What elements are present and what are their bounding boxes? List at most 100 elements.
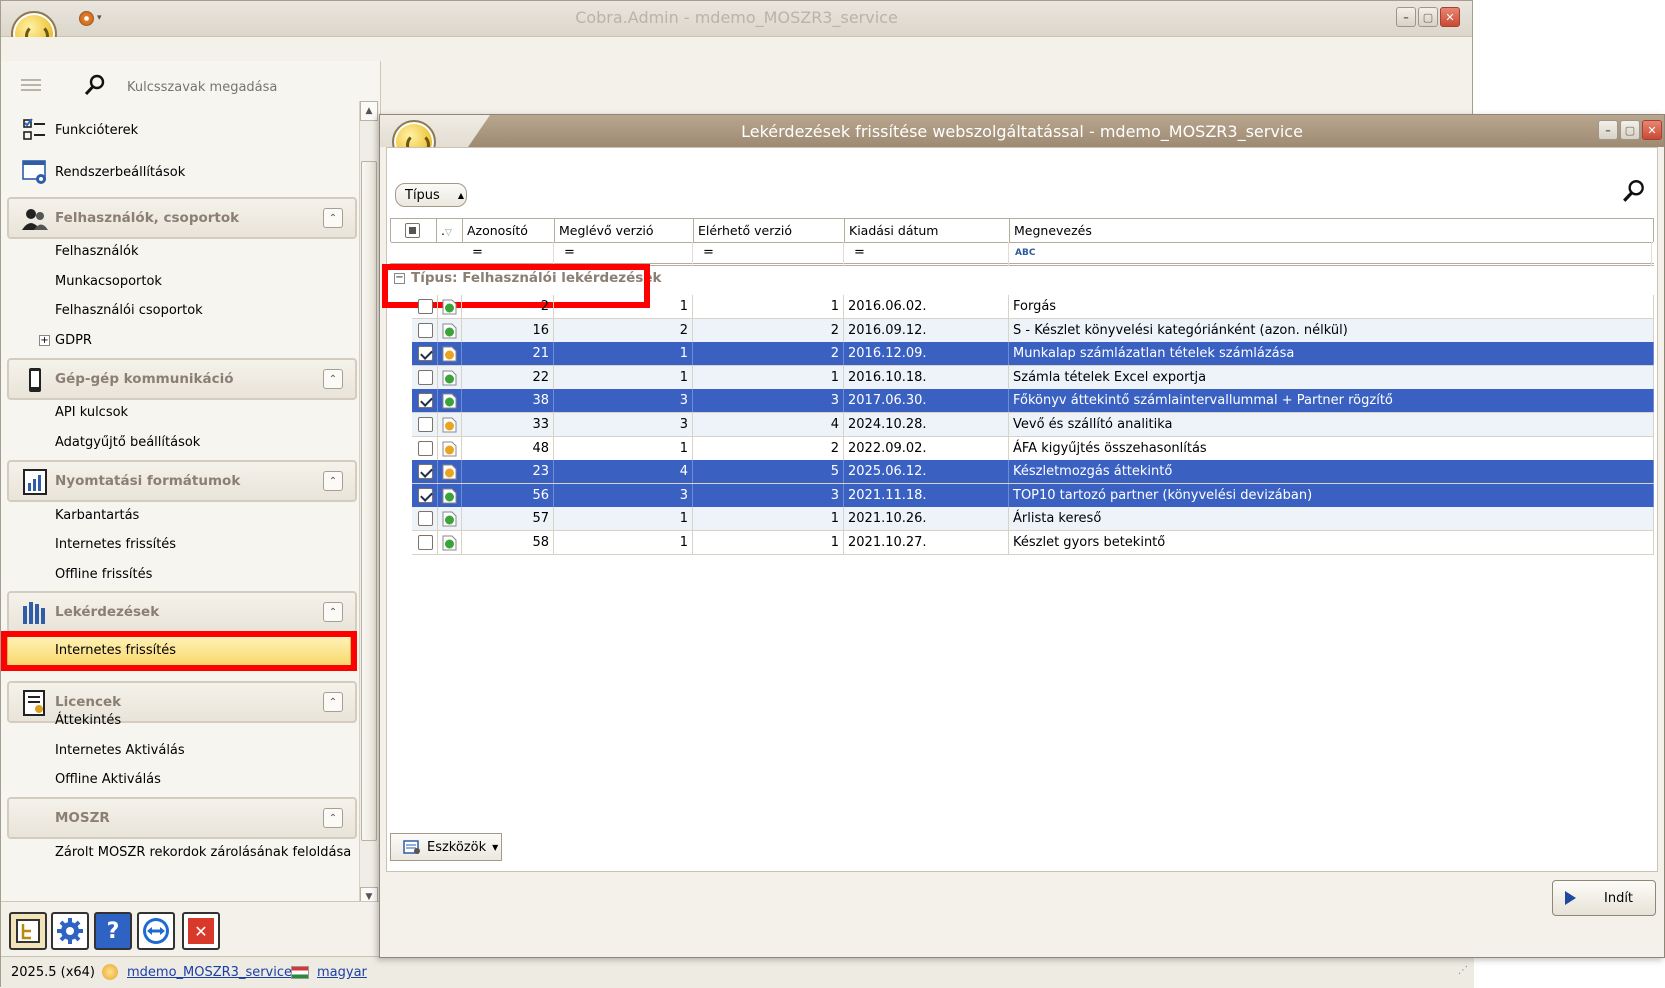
sidebar-scrollbar[interactable]: ▲ ▼: [359, 101, 379, 907]
resize-grip-icon[interactable]: ⋰: [1458, 965, 1468, 976]
collapse-icon[interactable]: ⌃: [323, 369, 343, 389]
row-checkbox[interactable]: [418, 369, 433, 385]
row-checkbox[interactable]: [418, 417, 433, 432]
dialog-minimize-button[interactable]: –: [1598, 120, 1618, 140]
table-row[interactable]: 21 1 2 2016.12.09. Munkalap számlázatlan tét…: [412, 342, 1654, 367]
column-header-release-date[interactable]: Kiadási dátum: [845, 219, 1010, 243]
column-header-name[interactable]: Megnevezés: [1010, 219, 1653, 243]
table-row[interactable]: 2 1 1 2016.06.02. Forgás: [412, 295, 1654, 319]
table-row[interactable]: 33 3 4 2024.10.28. Vevő és szállító analitik…: [412, 413, 1654, 437]
filter-icon[interactable]: ▽: [445, 228, 452, 238]
group-users-groups[interactable]: Felhasználók, csoportok ⌃: [7, 197, 357, 239]
select-all-checkbox[interactable]: [405, 223, 420, 238]
select-all-header[interactable]: [391, 219, 437, 243]
type-group-button[interactable]: Típus ▲: [395, 183, 467, 207]
row-checkbox[interactable]: [418, 464, 433, 480]
column-header-current-version[interactable]: Meglévő verzió: [555, 219, 694, 243]
nav-item-offline-activation[interactable]: Offline Aktiválás: [55, 770, 161, 790]
quick-access-toolbar[interactable]: ▾: [79, 9, 115, 27]
start-button[interactable]: Indít: [1552, 880, 1656, 916]
table-row[interactable]: 38 3 3 2017.06.30. Főkönyv áttekintő számlai…: [412, 389, 1654, 414]
nav-item-user-groups[interactable]: Felhasználói csoportok: [55, 301, 203, 321]
group-row[interactable]: − Típus: Felhasználói lekérdezések: [382, 264, 1654, 308]
table-row[interactable]: 56 3 3 2021.11.18. TOP10 tartozó partner (kö…: [412, 483, 1654, 508]
dialog-maximize-button[interactable]: ▢: [1620, 120, 1640, 140]
table-row[interactable]: 58 1 1 2021.10.27. Készlet gyors betekintő: [412, 531, 1654, 555]
table-row[interactable]: 23 4 5 2025.06.12. Készletmozgás áttekintő: [412, 460, 1654, 485]
group-m2m[interactable]: Gép-gép kommunikáció ⌃: [7, 358, 357, 400]
collapse-icon[interactable]: ⌃: [323, 471, 343, 491]
nav-item-function-spaces[interactable]: Funkcióterek: [1, 115, 357, 145]
row-checkbox[interactable]: [418, 299, 433, 314]
group-moszr[interactable]: MOSZR ⌃: [7, 797, 357, 839]
quick-access-icon[interactable]: [79, 10, 94, 26]
group-queries[interactable]: Lekérdezések ⌃: [7, 591, 357, 633]
table-row[interactable]: 57 1 1 2021.10.26. Árlista kereső: [412, 507, 1654, 532]
filter-release-date[interactable]: =: [844, 242, 1009, 266]
cell-available-version: 1: [693, 295, 844, 318]
grid-search-icon[interactable]: [1621, 178, 1647, 204]
cell-checkbox: [412, 295, 438, 318]
row-checkbox[interactable]: [418, 440, 433, 456]
table-row[interactable]: 16 2 2 2016.09.12. S - Készlet könyvelési ka…: [412, 318, 1654, 343]
nav-item-print-offline-update[interactable]: Offline frissítés: [55, 565, 152, 585]
nav-item-workgroups[interactable]: Munkacsoportok: [55, 272, 162, 292]
maximize-button[interactable]: ▢: [1418, 7, 1438, 27]
filter-available-version[interactable]: =: [693, 242, 844, 266]
filter-current-version[interactable]: =: [554, 242, 693, 266]
nav-item-maintenance[interactable]: Karbantartás: [55, 506, 139, 526]
nav-item-internet-activation[interactable]: Internetes Aktiválás: [55, 741, 185, 761]
column-header-id[interactable]: Azonosító: [463, 219, 555, 243]
column-header-available-version[interactable]: Elérhető verzió: [694, 219, 845, 243]
language-link[interactable]: magyar: [317, 965, 367, 980]
chevron-down-icon[interactable]: ▾: [97, 13, 102, 23]
group-print-formats[interactable]: Nyomtatási formátumok ⌃: [7, 460, 357, 502]
row-checkbox[interactable]: [418, 393, 433, 409]
collapse-icon[interactable]: ⌃: [323, 602, 343, 622]
table-row[interactable]: 48 1 2 2022.09.02. ÁFA kigyűjtés összehasonl…: [412, 436, 1654, 461]
sidebar-search-input[interactable]: [127, 76, 357, 98]
nav-item-print-internet-update[interactable]: Internetes frissítés: [55, 535, 176, 555]
hamburger-menu-icon[interactable]: [21, 79, 41, 91]
main-titlebar[interactable]: Cobra.Admin - mdemo_MOSZR3_service – ▢ ✕: [1, 1, 1472, 37]
remote-support-button[interactable]: [137, 912, 175, 950]
filter-name[interactable]: ABC: [1009, 242, 1652, 266]
nav-item-moszr-unlock[interactable]: Zárolt MOSZR rekordok zárolásának felold…: [55, 843, 351, 863]
row-checkbox[interactable]: [418, 511, 433, 527]
collapse-icon[interactable]: ⌃: [323, 692, 343, 712]
expand-icon[interactable]: +: [39, 335, 50, 346]
row-checkbox[interactable]: [418, 346, 433, 362]
nav-item-collector-settings[interactable]: Adatgyűjtő beállítások: [55, 433, 200, 453]
nav-item-api-keys[interactable]: API kulcsok: [55, 403, 128, 423]
group-row-label[interactable]: − Típus: Felhasználói lekérdezések: [394, 270, 661, 286]
exit-button[interactable]: ✕: [182, 912, 220, 950]
nav-item-gdpr[interactable]: GDPR: [55, 331, 92, 351]
close-button[interactable]: ✕: [1440, 7, 1460, 27]
tools-dropdown-button[interactable]: Eszközök ▼: [390, 833, 502, 861]
row-checkbox[interactable]: [418, 322, 433, 338]
collapse-icon[interactable]: ⌃: [323, 208, 343, 228]
filter-id[interactable]: =: [462, 242, 554, 266]
settings-button[interactable]: [51, 912, 89, 950]
dialog-close-button[interactable]: ✕: [1642, 120, 1662, 140]
search-icon[interactable]: [83, 73, 107, 97]
nav-item-users[interactable]: Felhasználók: [55, 242, 138, 262]
database-link[interactable]: mdemo_MOSZR3_service: [127, 965, 292, 980]
dialog-titlebar[interactable]: Lekérdezések frissítése webszolgáltatáss…: [380, 115, 1664, 147]
collapse-icon[interactable]: ⌃: [323, 808, 343, 828]
scrollbar-thumb[interactable]: [361, 161, 377, 841]
column-header-status[interactable]: .▽: [437, 219, 463, 243]
minimize-button[interactable]: –: [1396, 7, 1416, 27]
collapse-group-icon[interactable]: −: [394, 272, 405, 284]
cell-release-date: 2024.10.28.: [844, 413, 1009, 436]
help-button[interactable]: ?: [94, 912, 132, 950]
table-row[interactable]: 22 1 1 2016.10.18. Számla tételek Excel expo…: [412, 365, 1654, 390]
nav-item-label: Internetes frissítés: [55, 643, 177, 658]
nav-item-overview[interactable]: Áttekintés: [55, 711, 121, 731]
row-checkbox[interactable]: [418, 535, 433, 550]
row-checkbox[interactable]: [418, 487, 433, 503]
nav-item-system-settings[interactable]: Rendszerbeállítások: [1, 157, 357, 187]
tree-view-button[interactable]: [9, 912, 47, 950]
scroll-up-icon[interactable]: ▲: [360, 101, 378, 121]
nav-item-queries-internet-update[interactable]: Internetes frissítés: [7, 635, 351, 667]
